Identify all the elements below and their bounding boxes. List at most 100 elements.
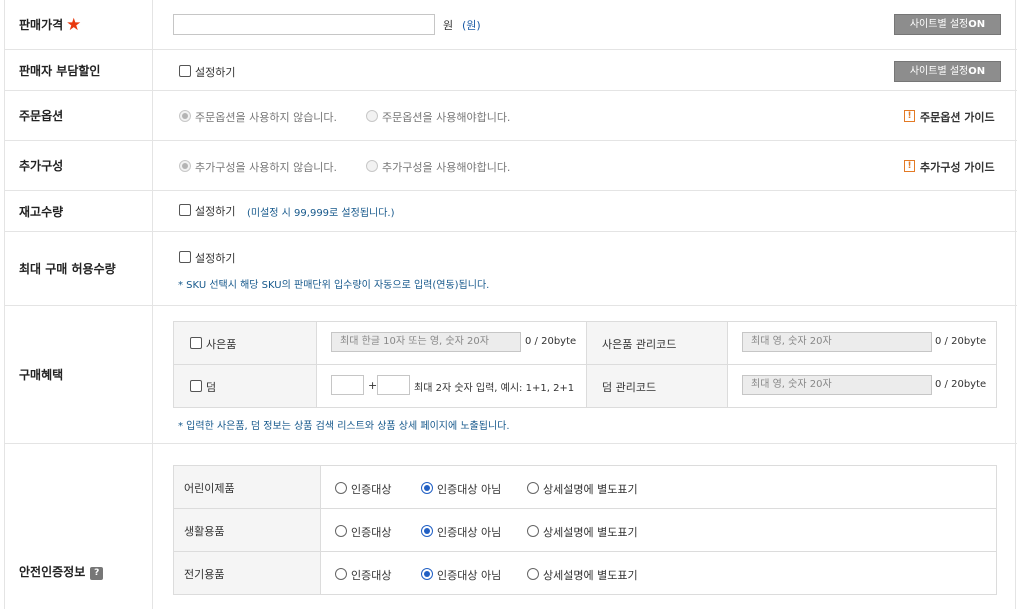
help-icon[interactable]: ?: [90, 567, 104, 580]
safety-row-name: 어린이제품: [184, 482, 235, 495]
gift-code-label: 사은품 관리코드: [602, 338, 677, 351]
row-purchase-benefit: 구매혜택 사은품 최대 한글 10자 또는 영, 숫자 20자 0 / 20by…: [5, 306, 1017, 444]
safety-option-radio[interactable]: [335, 482, 347, 494]
extra-config-label: 추가구성: [5, 141, 153, 190]
extra-code-input[interactable]: 최대 영, 숫자 20자: [742, 375, 932, 395]
seller-discount-checkbox-label: 설정하기: [195, 66, 236, 79]
max-purchase-checkbox[interactable]: [179, 251, 191, 263]
gift-code-label-cell: 사은품 관리코드: [586, 321, 728, 365]
extra-get-input[interactable]: [377, 375, 410, 395]
warning-icon: !: [904, 160, 915, 172]
row-stock: 재고수량 설정하기 (미설정 시 99,999로 설정됩니다.): [5, 191, 1017, 232]
safety-label-cell: 안전인증정보 ?: [5, 444, 153, 609]
gift-code-input-cell: 최대 영, 숫자 20자 0 / 20byte: [727, 321, 997, 365]
extra-config-no-label: 추가구성을 사용하지 않습니다.: [195, 161, 338, 174]
safety-option-label: 인증대상: [351, 569, 392, 582]
extra-label: 덤: [206, 381, 217, 394]
safety-row-label-cell: 어린이제품: [173, 465, 321, 509]
row-price: 판매가격 ★ 원 (원) 사이트별 설정ON: [5, 0, 1017, 50]
gift-label: 사은품: [206, 338, 237, 351]
safety-row-options-cell: 인증대상 인증대상 아님 상세설명에 별도표기: [320, 551, 997, 595]
extra-config-no-radio[interactable]: [179, 160, 191, 172]
safety-option-label: 상세설명에 별도표기: [543, 526, 638, 539]
stock-label: 재고수량: [5, 191, 153, 231]
safety-row-options-cell: 인증대상 인증대상 아님 상세설명에 별도표기: [320, 508, 997, 552]
safety-option-radio[interactable]: [527, 568, 539, 580]
extra-config-yes-radio[interactable]: [366, 160, 378, 172]
benefit-note: * 입력한 사은품, 덤 정보는 상품 검색 리스트와 상품 상세 페이지에 노…: [178, 421, 510, 432]
row-extra-config: 추가구성 추가구성을 사용하지 않습니다. 추가구성을 사용해야합니다. ! 추…: [5, 141, 1017, 191]
stock-note: (미설정 시 99,999로 설정됩니다.): [247, 208, 395, 219]
max-purchase-label: 최대 구매 허용수량: [5, 232, 153, 305]
stock-checkbox-label: 설정하기: [195, 205, 236, 218]
order-option-no-radio[interactable]: [179, 110, 191, 122]
row-safety-cert: 안전인증정보 ? 어린이제품 인증대상 인증대상 아님 상세설명에 별도표기 생활용품 인…: [5, 444, 1017, 609]
extra-checkbox[interactable]: [190, 380, 202, 392]
gift-checkbox[interactable]: [190, 337, 202, 349]
safety-option-radio[interactable]: [335, 525, 347, 537]
extra-config-yes-label: 추가구성을 사용해야합니다.: [382, 161, 511, 174]
safety-option-radio[interactable]: [335, 568, 347, 580]
max-purchase-note: * SKU 선택시 해당 SKU의 판매단위 입수량이 자동으로 입력(연동)됩…: [178, 280, 490, 291]
max-purchase-checkbox-label: 설정하기: [195, 252, 236, 265]
order-option-yes-radio[interactable]: [366, 110, 378, 122]
safety-option-radio[interactable]: [527, 525, 539, 537]
gift-input-cell: 최대 한글 10자 또는 영, 숫자 20자 0 / 20byte: [316, 321, 587, 365]
safety-row-name: 생활용품: [184, 525, 225, 538]
price-label: 판매가격: [19, 18, 64, 32]
gift-input[interactable]: 최대 한글 10자 또는 영, 숫자 20자: [331, 332, 521, 352]
extra-hint: 최대 2자 숫자 입력, 예시: 1+1, 2+1: [414, 383, 575, 394]
order-option-yes-label: 주문옵션을 사용해야합니다.: [382, 111, 511, 124]
seller-discount-checkbox[interactable]: [179, 65, 191, 77]
safety-option-label: 인증대상 아님: [437, 526, 502, 539]
order-option-guide-link[interactable]: 주문옵션 가이드: [920, 109, 995, 125]
extra-input-cell: + 최대 2자 숫자 입력, 예시: 1+1, 2+1: [316, 364, 587, 408]
price-unit: 원: [443, 19, 454, 32]
row-order-option: 주문옵션 주문옵션을 사용하지 않습니다. 주문옵션을 사용해야합니다. ! 주…: [5, 91, 1017, 141]
order-option-no-label: 주문옵션을 사용하지 않습니다.: [195, 111, 338, 124]
safety-row: 전기용품 인증대상 인증대상 아님 상세설명에 별도표기: [173, 551, 997, 595]
safety-row: 생활용품 인증대상 인증대상 아님 상세설명에 별도표기: [173, 508, 997, 552]
safety-row-options-cell: 인증대상 인증대상 아님 상세설명에 별도표기: [320, 465, 997, 509]
safety-option-radio[interactable]: [421, 482, 433, 494]
extra-code-input-cell: 최대 영, 숫자 20자 0 / 20byte: [727, 364, 997, 408]
order-option-label: 주문옵션: [5, 91, 153, 140]
price-site-setting-button[interactable]: 사이트별 설정ON: [894, 14, 1001, 35]
seller-discount-site-setting-button[interactable]: 사이트별 설정ON: [894, 61, 1001, 82]
safety-row-label-cell: 전기용품: [173, 551, 321, 595]
safety-row-name: 전기용품: [184, 568, 225, 581]
benefit-table: 사은품 최대 한글 10자 또는 영, 숫자 20자 0 / 20byte 사은…: [173, 321, 997, 408]
safety-option-radio[interactable]: [527, 482, 539, 494]
row-max-purchase: 최대 구매 허용수량 설정하기 * SKU 선택시 해당 SKU의 판매단위 입…: [5, 232, 1017, 306]
safety-option-label: 인증대상: [351, 483, 392, 496]
safety-option-radio[interactable]: [421, 568, 433, 580]
safety-option-label: 상세설명에 별도표기: [543, 483, 638, 496]
gift-byte-count: 0 / 20byte: [525, 336, 577, 347]
product-form: 판매가격 ★ 원 (원) 사이트별 설정ON 판매자 부담할인 설정하기 사이트…: [4, 0, 1017, 609]
gift-code-byte-count: 0 / 20byte: [935, 336, 987, 347]
extra-code-byte-count: 0 / 20byte: [935, 379, 987, 390]
extra-cell: 덤: [173, 364, 317, 408]
safety-label: 안전인증정보: [19, 565, 86, 579]
row-seller-discount: 판매자 부담할인 설정하기 사이트별 설정ON: [5, 50, 1017, 91]
warning-icon: !: [904, 110, 915, 122]
safety-row: 어린이제품 인증대상 인증대상 아님 상세설명에 별도표기: [173, 465, 997, 509]
safety-option-label: 인증대상: [351, 526, 392, 539]
safety-option-radio[interactable]: [421, 525, 433, 537]
safety-option-label: 인증대상 아님: [437, 569, 502, 582]
required-star-icon: ★: [66, 14, 82, 35]
safety-row-label-cell: 생활용품: [173, 508, 321, 552]
price-label-cell: 판매가격 ★: [5, 0, 153, 49]
price-input[interactable]: [173, 14, 435, 35]
benefit-label: 구매혜택: [5, 306, 153, 443]
plus-sign: +: [368, 379, 378, 392]
gift-code-input[interactable]: 최대 영, 숫자 20자: [742, 332, 932, 352]
safety-option-label: 인증대상 아님: [437, 483, 502, 496]
extra-buy-input[interactable]: [331, 375, 364, 395]
extra-config-guide-link[interactable]: 추가구성 가이드: [920, 159, 995, 175]
stock-checkbox[interactable]: [179, 204, 191, 216]
safety-table: 어린이제품 인증대상 인증대상 아님 상세설명에 별도표기 생활용품 인증대상 인증대상 아…: [173, 465, 997, 595]
seller-discount-label: 판매자 부담할인: [5, 50, 153, 90]
gift-cell: 사은품: [173, 321, 317, 365]
extra-code-label: 덤 관리코드: [602, 381, 657, 394]
